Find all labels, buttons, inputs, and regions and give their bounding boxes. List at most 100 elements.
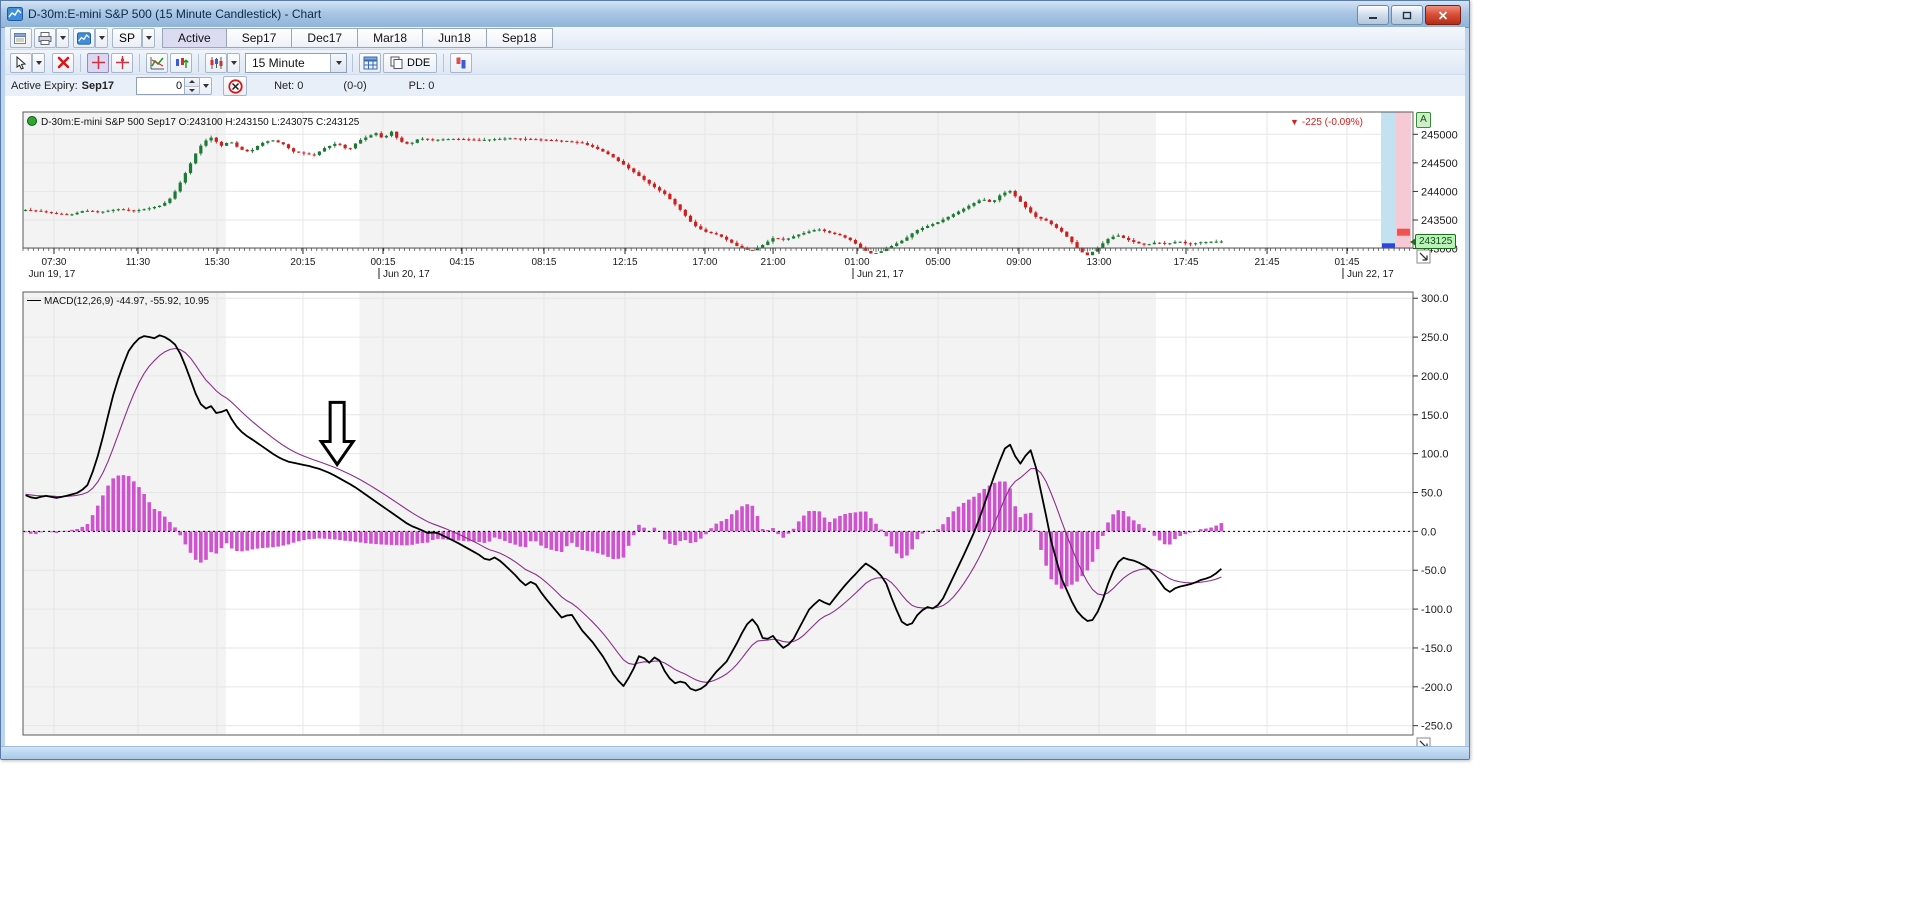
svg-text:245000: 245000 <box>1421 129 1458 141</box>
desktop: D-30m:E-mini S&P 500 (15 Minute Candlest… <box>0 0 1913 907</box>
minimize-icon <box>1369 16 1377 19</box>
symbol-dropdown[interactable] <box>142 28 156 48</box>
title-bar[interactable]: D-30m:E-mini S&P 500 (15 Minute Candlest… <box>1 1 1469 28</box>
window-client: SP ActiveSep17Dec17Mar18Jun18Sep18 <box>5 27 1465 747</box>
symbol-button[interactable]: SP <box>112 28 143 48</box>
svg-text:20:15: 20:15 <box>290 257 315 268</box>
svg-text:01:45: 01:45 <box>1334 257 1359 268</box>
interval-combobox[interactable]: 15 Minute <box>245 52 347 73</box>
study-settings-button[interactable] <box>170 52 192 73</box>
print-dropdown[interactable] <box>56 28 69 48</box>
tab-mar18[interactable]: Mar18 <box>357 28 424 48</box>
svg-text:-200.0: -200.0 <box>1421 682 1452 694</box>
tab-sep18[interactable]: Sep18 <box>485 28 553 48</box>
candlestick-style-icon <box>210 56 222 69</box>
properties-icon <box>14 32 26 44</box>
pointer-icon <box>16 55 27 70</box>
quantity-value: 0 <box>175 80 183 92</box>
svg-text:-250.0: -250.0 <box>1421 721 1452 733</box>
study-candles-icon <box>175 57 189 68</box>
price-legend[interactable]: D-30m:E-mini S&P 500 Sep17 O:243100 H:24… <box>27 116 359 128</box>
delete-x-icon <box>57 56 69 69</box>
svg-text:00:15: 00:15 <box>370 257 395 268</box>
bar-style-dropdown[interactable] <box>227 52 240 73</box>
svg-text:100.0: 100.0 <box>1421 449 1449 461</box>
active-expiry-label: Active Expiry: <box>11 80 78 92</box>
active-expiry-value: Sep17 <box>81 80 115 92</box>
svg-text:250.0: 250.0 <box>1421 332 1449 344</box>
price-change-readout: ▼ -225 (-0.09%) <box>1289 117 1363 128</box>
trade-bar: Active Expiry: Sep17 0 Net: 0 (0-0) PL: … <box>5 74 1465 97</box>
svg-text:150.0: 150.0 <box>1421 410 1449 422</box>
fills-count: (0-0) <box>343 80 367 92</box>
svg-text:-150.0: -150.0 <box>1421 643 1452 655</box>
svg-text:50.0: 50.0 <box>1421 488 1442 500</box>
svg-text:01:00: 01:00 <box>844 257 869 268</box>
svg-text:09:00: 09:00 <box>1006 257 1031 268</box>
color-bars-button[interactable] <box>450 52 473 73</box>
svg-text:21:00: 21:00 <box>761 257 786 268</box>
quote-board-button[interactable] <box>359 52 381 73</box>
crosshair-pointer-tool-button[interactable] <box>111 52 133 73</box>
contract-tabs: Active Sep17 Dec17 Mar18 Jun18 Sep18 <box>162 28 553 48</box>
crosshair-tool-button[interactable] <box>87 52 109 73</box>
svg-text:300.0: 300.0 <box>1421 293 1449 305</box>
dde-button[interactable]: DDE <box>383 52 438 73</box>
studies-button[interactable] <box>146 52 168 73</box>
open-chart-dropdown[interactable] <box>95 28 108 48</box>
bar-style-button[interactable] <box>205 52 227 73</box>
svg-text:243500: 243500 <box>1421 215 1458 227</box>
cancel-orders-button[interactable] <box>223 76 248 96</box>
window-bottom-border <box>1 746 1469 759</box>
pl-value: PL: 0 <box>408 80 435 92</box>
charts-canvas[interactable]: 245000244500244000243500243000300.0250.0… <box>5 96 1465 747</box>
svg-text:Jun 21, 17: Jun 21, 17 <box>857 269 904 280</box>
print-button[interactable] <box>34 28 56 48</box>
svg-text:Jun 20, 17: Jun 20, 17 <box>383 269 430 280</box>
interval-dropdown-icon[interactable] <box>330 53 346 72</box>
dde-label: DDE <box>407 56 431 69</box>
copy-icon <box>390 56 403 69</box>
table-icon <box>363 56 377 69</box>
svg-text:05:00: 05:00 <box>926 257 951 268</box>
svg-text:07:30: 07:30 <box>41 257 66 268</box>
quantity-dropdown[interactable] <box>199 77 213 95</box>
pointer-tool-button[interactable] <box>10 52 32 73</box>
svg-text:13:00: 13:00 <box>1086 257 1111 268</box>
svg-text:244000: 244000 <box>1421 186 1458 198</box>
resize-handle-icon[interactable] <box>1416 249 1431 264</box>
svg-text:200.0: 200.0 <box>1421 371 1449 383</box>
svg-text:0.0: 0.0 <box>1421 526 1436 538</box>
tab-active[interactable]: Active <box>162 28 227 48</box>
chart-window: D-30m:E-mini S&P 500 (15 Minute Candlest… <box>0 0 1470 760</box>
delete-tool-button[interactable] <box>52 52 74 73</box>
no-entry-icon <box>227 78 243 94</box>
macd-legend[interactable]: MACD(12,26,9) -44.97, -55.92, 10.95 <box>27 296 209 307</box>
quantity-spinner-arrows[interactable] <box>184 78 200 94</box>
tab-jun18[interactable]: Jun18 <box>422 28 487 48</box>
svg-text:Jun 22, 17: Jun 22, 17 <box>1347 269 1394 280</box>
chart-properties-button[interactable] <box>10 28 32 48</box>
auto-scale-badge[interactable]: A <box>1416 112 1431 128</box>
pointer-tool-dropdown[interactable] <box>32 52 45 73</box>
svg-text:12:15: 12:15 <box>612 257 637 268</box>
close-button[interactable] <box>1425 5 1461 25</box>
crosshair-dot-icon <box>115 56 129 69</box>
svg-text:-50.0: -50.0 <box>1421 565 1446 577</box>
restore-button[interactable] <box>1391 5 1423 25</box>
restore-icon <box>1402 11 1412 19</box>
open-chart-button[interactable] <box>73 28 95 48</box>
tab-dec17[interactable]: Dec17 <box>291 28 359 48</box>
print-icon <box>38 31 52 45</box>
window-title: D-30m:E-mini S&P 500 (15 Minute Candlest… <box>28 7 322 21</box>
last-price-tag: 243125 <box>1409 234 1457 249</box>
close-icon <box>1438 10 1448 20</box>
chart-region: 245000 244500 244000 243500 243000 300.0 250.0… <box>5 96 1465 747</box>
tab-sep17[interactable]: Sep17 <box>225 28 293 48</box>
toolbar: 15 Minute DDE <box>5 49 1465 75</box>
interval-value: 15 Minute <box>252 55 305 70</box>
macd-line-swatch <box>27 300 41 301</box>
minimize-button[interactable] <box>1357 5 1389 25</box>
quantity-stepper[interactable]: 0 <box>136 77 201 95</box>
svg-text:21:45: 21:45 <box>1255 257 1280 268</box>
